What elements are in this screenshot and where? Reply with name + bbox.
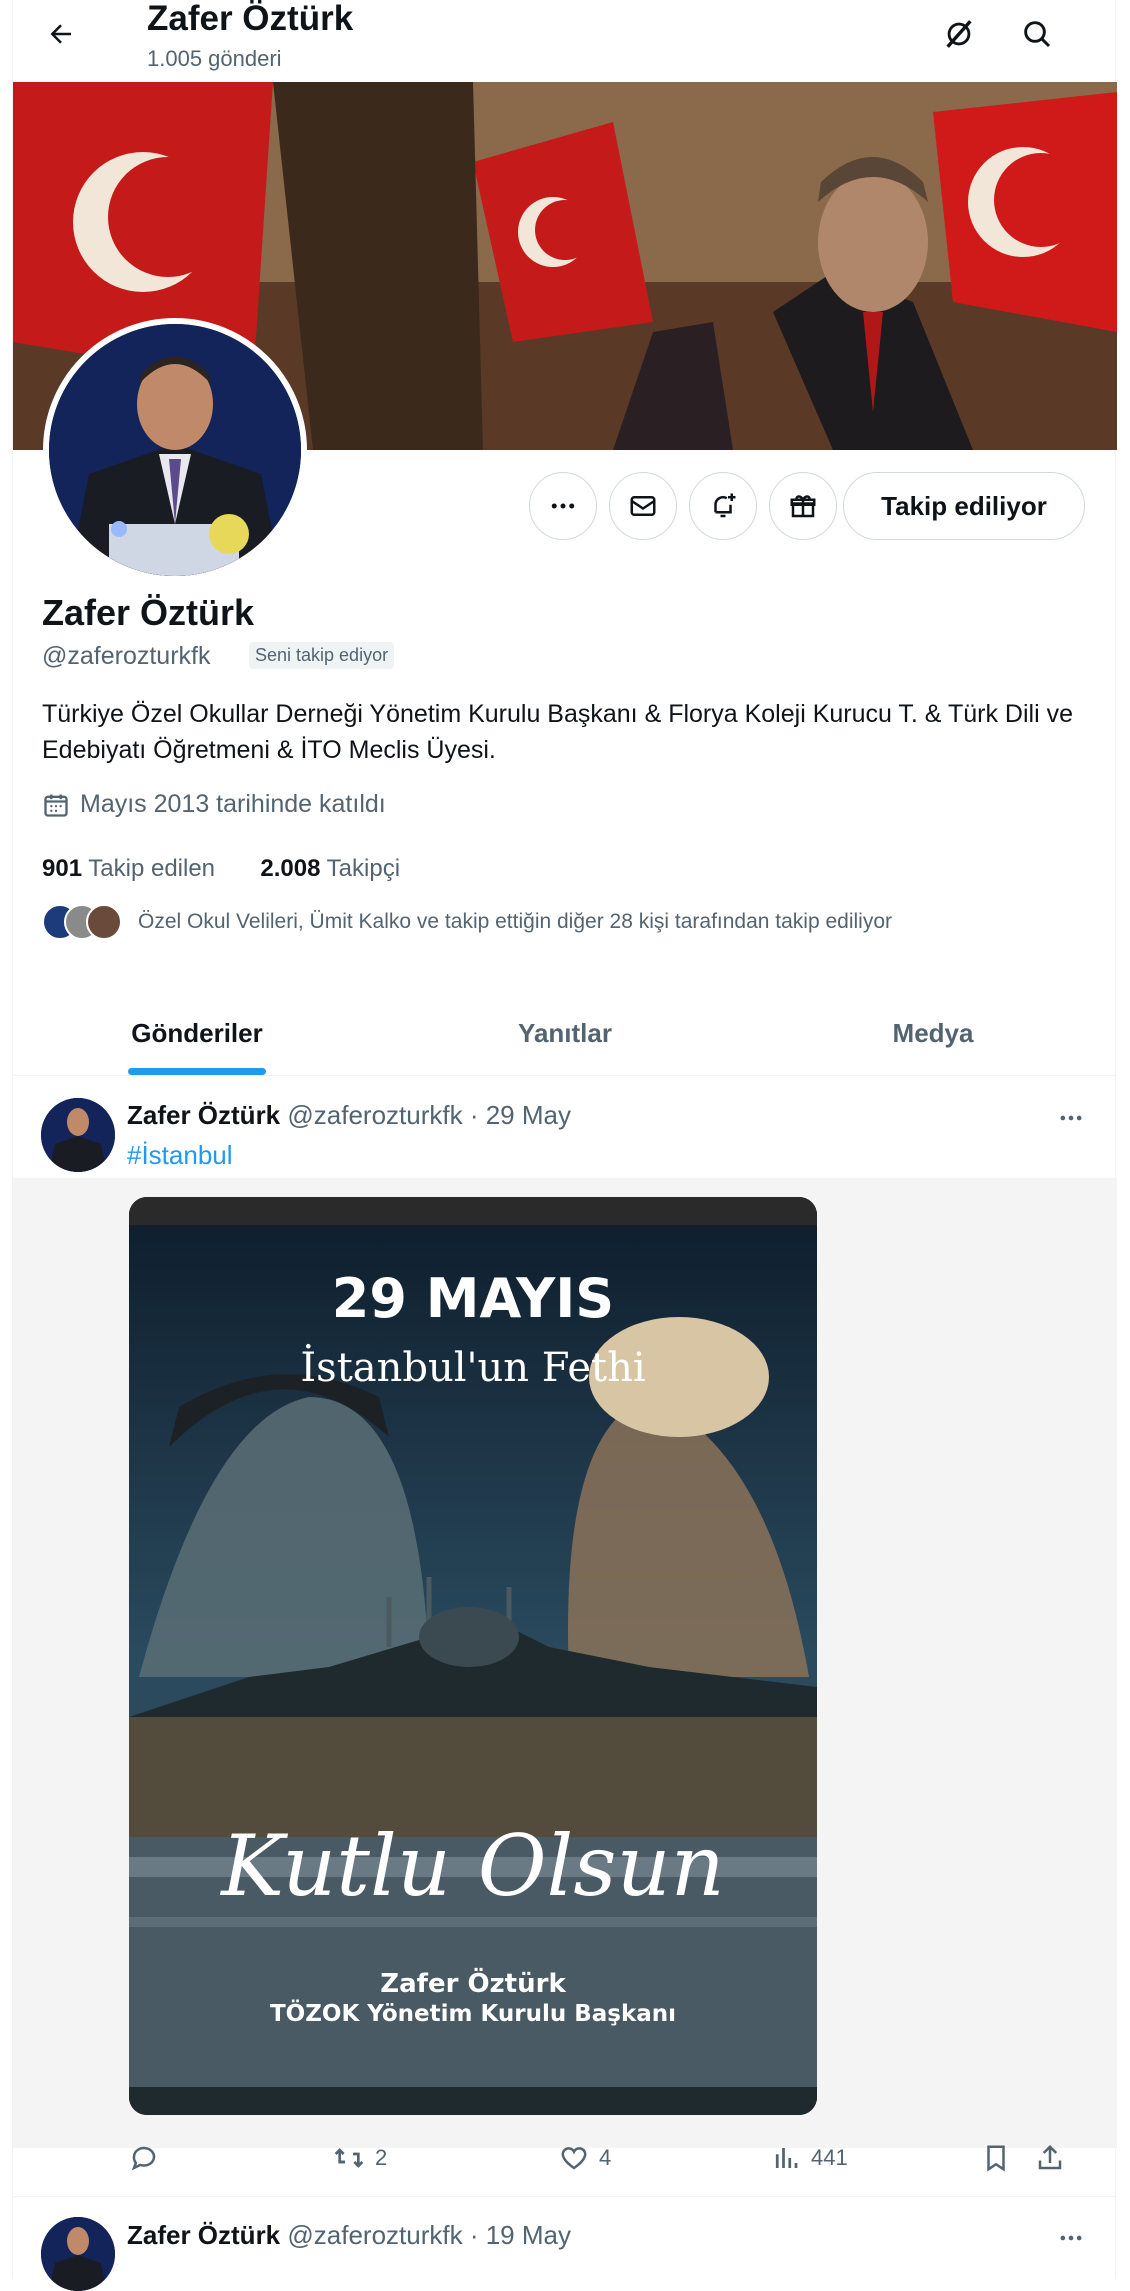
tweet-more-button[interactable] <box>1051 1098 1091 1138</box>
image-subheading: İstanbul'un Fethi <box>300 1345 646 1391</box>
tweet-meta: @zaferozturkfk · 19 May <box>287 2220 571 2250</box>
avatar-image <box>49 324 301 576</box>
message-button[interactable] <box>609 472 677 540</box>
following-button[interactable]: Takip ediliyor <box>843 472 1085 540</box>
follows-you-badge: Seni takip ediyor <box>249 642 395 669</box>
profile-handle: @zaferozturkfk <box>42 642 211 670</box>
profile-bio: Türkiye Özel Okullar Derneği Yönetim Kur… <box>42 700 1073 764</box>
follow-stats: 901 Takip edilen 2.008 Takipçi <box>42 855 400 883</box>
heart-icon <box>561 2147 587 2170</box>
avatar-image <box>41 1098 115 1172</box>
tab-media[interactable]: Medya <box>749 992 1117 1075</box>
top-bar: Zafer Öztürk 1.005 gönderi <box>13 0 1117 82</box>
tweet-hashtag[interactable]: #İstanbul <box>127 1140 233 1171</box>
header-post-count: 1.005 gönderi <box>147 46 282 71</box>
retweet-button[interactable]: 2 <box>333 2130 387 2186</box>
grok-icon <box>946 20 972 48</box>
retweet-count: 2 <box>375 2145 388 2170</box>
tweet-more-button[interactable] <box>1051 2218 1091 2258</box>
tab-posts[interactable]: Gönderiler <box>13 992 381 1075</box>
profile-tabs: Gönderiler Yanıtlar Medya <box>13 992 1117 1076</box>
tab-media-label: Medya <box>892 1018 974 1048</box>
bell-plus-icon <box>714 493 736 518</box>
tab-posts-label: Gönderiler <box>131 1018 263 1048</box>
tweet-author-name[interactable]: Zafer Öztürk <box>127 2220 280 2250</box>
reply-icon <box>131 2146 156 2171</box>
analytics-icon <box>775 2148 798 2168</box>
retweet-icon <box>334 2148 364 2168</box>
tweet-avatar[interactable] <box>41 2217 115 2291</box>
followed-by-text: Özel Okul Velileri, Ümit Kalko ve takip … <box>138 910 893 933</box>
image-signature-title: TÖZOK Yönetim Kurulu Başkanı <box>269 2001 677 2027</box>
search-icon <box>1024 21 1051 48</box>
share-icon <box>1038 2144 1062 2170</box>
profile-avatar[interactable] <box>43 318 307 582</box>
image-heading: 29 MAYIS <box>331 1267 615 1330</box>
calendar-icon <box>44 794 68 817</box>
following-label: Takip edilen <box>88 855 216 882</box>
share-button[interactable] <box>1035 2130 1065 2186</box>
image-script-text: Kutlu Olsun <box>221 1817 725 1915</box>
mail-icon <box>630 496 656 516</box>
gift-icon <box>790 495 816 518</box>
tweet-divider <box>13 2196 1117 2197</box>
tab-replies[interactable]: Yanıtlar <box>381 992 749 1075</box>
notifications-button[interactable] <box>689 472 757 540</box>
reply-button[interactable] <box>129 2130 159 2186</box>
more-horizontal-icon <box>551 503 575 509</box>
like-count: 4 <box>599 2145 612 2170</box>
tweet-image[interactable]: 29 MAYIS İstanbul'un Fethi Kutlu Olsun Z… <box>129 1197 817 2115</box>
arrow-left-icon <box>50 24 71 44</box>
tweet-header: Zafer Öztürk @zaferozturkfk · 19 May <box>127 2220 571 2251</box>
image-signature-name: Zafer Öztürk <box>380 1969 566 1999</box>
subscribe-button[interactable] <box>769 472 837 540</box>
mini-avatar <box>86 904 122 940</box>
tweet-actions: 2 4 441 <box>13 2130 1117 2186</box>
header-title: Zafer Öztürk <box>147 0 354 38</box>
tab-replies-label: Yanıtlar <box>518 1018 612 1048</box>
tweet-header: Zafer Öztürk @zaferozturkfk · 29 May <box>127 1100 571 1131</box>
followers-you-know[interactable]: Özel Okul Velileri, Ümit Kalko ve takip … <box>42 904 892 940</box>
search-button[interactable] <box>1013 10 1061 58</box>
tweet-author-name[interactable]: Zafer Öztürk <box>127 1100 280 1130</box>
bookmark-button[interactable] <box>981 2130 1011 2186</box>
views-button[interactable]: 441 <box>771 2130 848 2186</box>
joined-date: Mayıs 2013 tarihinde katıldı <box>42 790 386 819</box>
more-options-button[interactable] <box>529 472 597 540</box>
profile-page: Zafer Öztürk 1.005 gönderi Takip ediliyo… <box>12 0 1117 2291</box>
grok-button[interactable] <box>935 10 983 58</box>
like-button[interactable]: 4 <box>559 2130 611 2186</box>
profile-name: Zafer Öztürk <box>42 592 255 633</box>
tab-active-indicator <box>128 1068 266 1075</box>
view-count: 441 <box>811 2145 848 2170</box>
tweet-avatar[interactable] <box>41 1098 115 1172</box>
more-horizontal-icon <box>1060 1115 1082 1121</box>
followers-link[interactable]: 2.008 Takipçi <box>260 855 400 882</box>
bookmark-icon <box>987 2145 1005 2172</box>
following-count: 901 <box>42 855 83 882</box>
more-horizontal-icon <box>1060 2235 1082 2241</box>
followers-count: 2.008 <box>260 855 321 882</box>
followers-label: Takipçi <box>326 855 401 882</box>
joined-text: Mayıs 2013 tarihinde katıldı <box>80 790 386 818</box>
tweet-meta: @zaferozturkfk · 29 May <box>287 1100 571 1130</box>
following-link[interactable]: 901 Takip edilen <box>42 855 215 882</box>
avatar-image <box>41 2217 115 2291</box>
back-button[interactable] <box>37 10 85 58</box>
